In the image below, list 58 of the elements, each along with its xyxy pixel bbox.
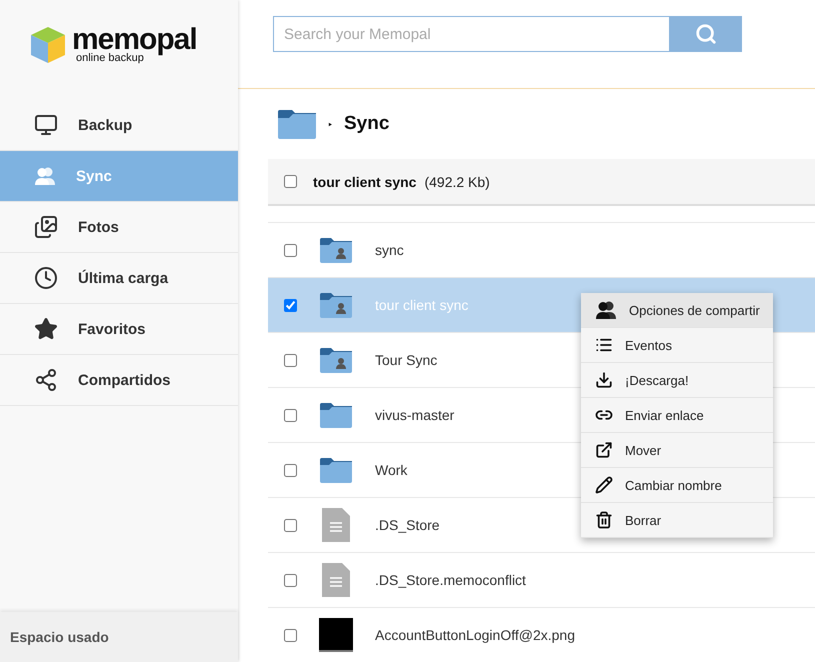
users-icon [595, 300, 617, 320]
star-icon [34, 317, 58, 341]
storage-label: Espacio usado [10, 629, 109, 645]
row-checkbox[interactable] [284, 518, 297, 532]
sidebar-item[interactable]: Compartidos [0, 355, 238, 406]
menu-item[interactable]: Cambiar nombre [581, 468, 773, 503]
menu-item[interactable]: Eventos [581, 328, 773, 363]
select-all-checkbox[interactable] [284, 175, 297, 188]
share-icon [34, 368, 58, 392]
pencil-icon [595, 476, 613, 494]
trash-icon [595, 511, 613, 529]
selected-name: tour client sync [313, 174, 416, 190]
row-checkbox[interactable] [284, 464, 297, 476]
file-name: tour client sync [375, 297, 468, 313]
folder-icon [320, 457, 352, 483]
row-checkbox[interactable] [284, 354, 297, 366]
menu-item[interactable]: ¡Descarga! [581, 363, 773, 398]
folder-icon [320, 402, 352, 428]
menu-item[interactable]: Opciones de compartir [581, 293, 773, 328]
selected-size: (492.2 Kb) [424, 174, 490, 190]
file-name: Tour Sync [375, 352, 438, 368]
monitor-icon [34, 113, 58, 137]
file-name: AccountButtonLoginOff@2x.png [375, 627, 575, 643]
shared-folder-icon [320, 237, 352, 263]
list-icon [595, 336, 613, 354]
file-name: vivus-master [375, 407, 454, 423]
shared-folder-icon [320, 347, 352, 373]
image-thumbnail [319, 618, 353, 652]
shared-folder-icon [320, 292, 352, 318]
folder-icon [278, 109, 316, 140]
photos-icon [34, 215, 58, 239]
search-field[interactable]: Search your Memopal [273, 16, 669, 52]
logo-tagline: online backup [76, 52, 144, 64]
download-icon [595, 371, 613, 389]
external-link-icon [595, 441, 613, 459]
row-checkbox[interactable] [284, 574, 297, 586]
search-icon [694, 23, 716, 45]
users-icon [34, 166, 56, 186]
file-name: .DS_Store.memoconflict [375, 572, 526, 588]
menu-item[interactable]: Borrar [581, 503, 773, 538]
breadcrumb-separator: ‣ [328, 116, 332, 133]
file-name: .DS_Store [375, 517, 440, 533]
row-checkbox[interactable] [284, 408, 297, 422]
cube-logo-icon [30, 26, 66, 64]
row-checkbox[interactable] [284, 298, 297, 312]
menu-item[interactable]: Mover [581, 433, 773, 468]
breadcrumb-current[interactable]: Sync [344, 113, 390, 136]
file-name: sync [375, 242, 404, 258]
row-checkbox[interactable] [284, 628, 297, 642]
document-icon [322, 563, 350, 597]
row-checkbox[interactable] [284, 244, 297, 256]
sidebar-item[interactable]: Última carga [0, 253, 238, 304]
sidebar-item[interactable]: Favoritos [0, 304, 238, 355]
menu-item[interactable]: Enviar enlace [581, 398, 773, 433]
sidebar-item[interactable]: Fotos [0, 202, 238, 253]
file-name: Work [375, 462, 408, 478]
document-icon [322, 508, 350, 542]
clock-icon [34, 266, 58, 290]
